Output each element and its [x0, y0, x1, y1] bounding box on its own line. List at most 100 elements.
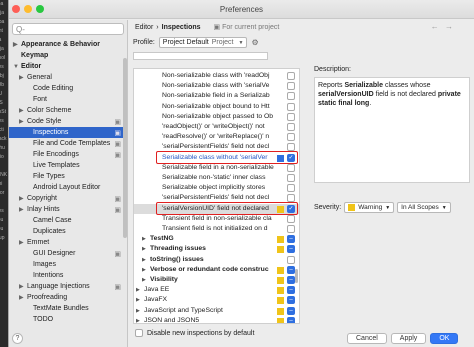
sidebar-item-camel-case[interactable]: Camel Case — [9, 215, 127, 226]
help-button[interactable]: ? — [12, 333, 23, 344]
inspection-checkbox[interactable]: – — [287, 306, 295, 315]
settings-search-input[interactable]: Q- — [12, 23, 124, 35]
cancel-button[interactable]: Cancel — [347, 333, 387, 344]
sidebar-item-proofreading[interactable]: ▶ Proofreading — [9, 292, 127, 303]
inspection-group[interactable]: ▶ toString() issues — [134, 255, 299, 265]
inspection-row[interactable]: Serializable non-'static' inner class — [134, 173, 299, 183]
inspection-checkbox[interactable]: – — [287, 235, 295, 244]
apply-button[interactable]: Apply — [390, 333, 427, 344]
filter-input[interactable] — [133, 52, 268, 60]
sidebar-item-android-layout-editor[interactable]: Android Layout Editor — [9, 182, 127, 193]
inspection-group[interactable]: ▶ Java EE – — [134, 285, 299, 295]
inspection-checkbox[interactable] — [287, 225, 295, 233]
inspection-checkbox[interactable] — [287, 255, 295, 264]
breadcrumb-editor[interactable]: Editor — [135, 24, 153, 31]
inspection-row[interactable]: Serializable class without 'serialVer ✓ — [134, 153, 299, 163]
inspection-checkbox[interactable] — [287, 72, 295, 80]
inspection-checkbox[interactable]: – — [287, 296, 295, 305]
inspection-group[interactable]: ▶ Verbose or redundant code construc – — [134, 265, 299, 275]
inspection-group[interactable]: ▶ JavaFX – — [134, 295, 299, 305]
inspection-checkbox[interactable] — [287, 112, 295, 121]
inspection-checkbox[interactable] — [287, 184, 295, 193]
sidebar-item-images[interactable]: Images — [9, 259, 127, 270]
inspection-row[interactable]: 'readObject()' or 'writeObject()' not — [134, 122, 299, 132]
sidebar-scrollbar[interactable] — [123, 58, 127, 238]
inspection-row[interactable]: Non-serializable class with 'serialVe — [134, 81, 299, 91]
inspection-group[interactable]: ▶ TestNG – — [134, 234, 299, 244]
disable-new-inspections[interactable]: Disable new inspections by default — [135, 329, 254, 337]
inspection-row[interactable]: Transient field is not initialized on d — [134, 224, 299, 234]
sidebar-item-font[interactable]: Font — [9, 94, 127, 105]
inspection-row[interactable]: Serializable field in a non-serializable — [134, 163, 299, 173]
inspection-checkbox[interactable] — [287, 102, 295, 111]
sidebar-item-live-templates[interactable]: Live Templates — [9, 160, 127, 171]
sidebar-item-duplicates[interactable]: Duplicates — [9, 226, 127, 237]
inspection-row[interactable]: 'serialPersistentFields' field not decl — [134, 193, 299, 203]
inspection-row[interactable]: Serializable object implicitly stores — [134, 183, 299, 193]
sidebar-item-general[interactable]: ▶ General — [9, 72, 127, 83]
inspection-group[interactable]: ▶ JavaScript and TypeScript – — [134, 306, 299, 316]
zoom-window-button[interactable] — [36, 5, 44, 13]
chevron-right-icon[interactable]: ▶ — [142, 275, 146, 285]
sidebar-item-color-scheme[interactable]: ▶ Color Scheme — [9, 105, 127, 116]
sidebar-item-file-types[interactable]: File Types — [9, 171, 127, 182]
chevron-right-icon[interactable]: ▶ — [136, 316, 140, 323]
profile-dropdown[interactable]: Project Default Project ▼ — [158, 37, 248, 48]
inspection-row[interactable]: Non-serializable class with 'readObj — [134, 71, 299, 81]
sidebar-item-inlay-hints[interactable]: ▶ Inlay Hints ▣ — [9, 204, 127, 215]
inspection-checkbox[interactable] — [287, 82, 295, 91]
close-window-button[interactable] — [12, 5, 20, 13]
inspection-checkbox[interactable] — [287, 92, 295, 101]
sidebar-item-appearance-behavior[interactable]: ▶ Appearance & Behavior — [9, 39, 127, 50]
disable-new-checkbox[interactable] — [135, 329, 143, 337]
inspection-checkbox[interactable]: – — [287, 316, 295, 323]
inspection-checkbox[interactable] — [287, 163, 295, 172]
severity-dropdown[interactable]: Warning ▼ — [344, 202, 395, 213]
sidebar-item-editor[interactable]: ▼ Editor — [9, 61, 127, 72]
inspection-checkbox[interactable]: – — [287, 276, 295, 284]
inspection-group[interactable]: ▶ Visibility – — [134, 275, 299, 285]
inspection-checkbox[interactable] — [287, 143, 295, 152]
sidebar-item-emmet[interactable]: ▶ Emmet — [9, 237, 127, 248]
sidebar-item-code-editing[interactable]: Code Editing — [9, 83, 127, 94]
inspection-row[interactable]: 'serialVersionUID' field not declared ✓ — [134, 203, 299, 214]
sidebar-item-file-encodings[interactable]: File Encodings ▣ — [9, 149, 127, 160]
sidebar-item-inspections[interactable]: Inspections ▣ — [9, 127, 127, 138]
inspection-row[interactable]: Non-serializable object passed to Ob — [134, 112, 299, 122]
inspection-group[interactable]: ▶ Threading issues – — [134, 244, 299, 254]
inspection-checkbox[interactable] — [287, 214, 295, 223]
chevron-right-icon[interactable]: ▶ — [136, 295, 140, 305]
inspection-checkbox[interactable]: – — [287, 265, 295, 274]
inspection-checkbox[interactable] — [287, 123, 295, 131]
sidebar-item-copyright[interactable]: ▶ Copyright ▣ — [9, 193, 127, 204]
inspection-row[interactable]: Non-serializable field in a Serializab — [134, 91, 299, 101]
inspection-group[interactable]: ▶ JSON and JSON5 – — [134, 316, 299, 323]
chevron-right-icon[interactable]: ▶ — [142, 265, 146, 275]
inspection-row[interactable]: Transient field in non-serializable cla — [134, 214, 299, 224]
inspection-row[interactable]: 'serialPersistentFields' field not decl — [134, 142, 299, 152]
scope-dropdown[interactable]: In All Scopes ▼ — [397, 202, 451, 213]
sidebar-item-keymap[interactable]: Keymap — [9, 50, 127, 61]
inspection-checkbox[interactable] — [287, 194, 295, 203]
chevron-right-icon[interactable]: ▶ — [136, 306, 140, 316]
inspection-checkbox[interactable]: – — [287, 286, 295, 295]
sidebar-item-code-style[interactable]: ▶ Code Style ▣ — [9, 116, 127, 127]
chevron-right-icon[interactable]: ▶ — [142, 255, 146, 265]
sidebar-item-file-and-code-templates[interactable]: File and Code Templates ▣ — [9, 138, 127, 149]
inspection-row[interactable]: Non-serializable object bound to Htt — [134, 102, 299, 112]
gear-icon[interactable]: ⚙ — [251, 38, 258, 47]
inspection-checkbox[interactable] — [287, 133, 295, 142]
inspection-checkbox[interactable]: ✓ — [287, 153, 295, 162]
nav-arrows-icon[interactable]: ← → — [431, 22, 455, 31]
inspection-row[interactable]: 'readResolve()' or 'writeReplace()' n — [134, 132, 299, 142]
sidebar-item-textmate-bundles[interactable]: TextMate Bundles — [9, 303, 127, 314]
inspection-checkbox[interactable]: ✓ — [287, 204, 295, 213]
inspection-checkbox[interactable]: – — [287, 245, 295, 254]
inspection-checkbox[interactable] — [287, 174, 295, 182]
sidebar-item-language-injections[interactable]: ▶ Language Injections ▣ — [9, 281, 127, 292]
sidebar-item-intentions[interactable]: Intentions — [9, 270, 127, 281]
sidebar-item-gui-designer[interactable]: GUI Designer ▣ — [9, 248, 127, 259]
ok-button[interactable]: OK — [430, 333, 459, 344]
chevron-right-icon[interactable]: ▶ — [142, 244, 146, 254]
minimize-window-button[interactable] — [24, 5, 32, 13]
